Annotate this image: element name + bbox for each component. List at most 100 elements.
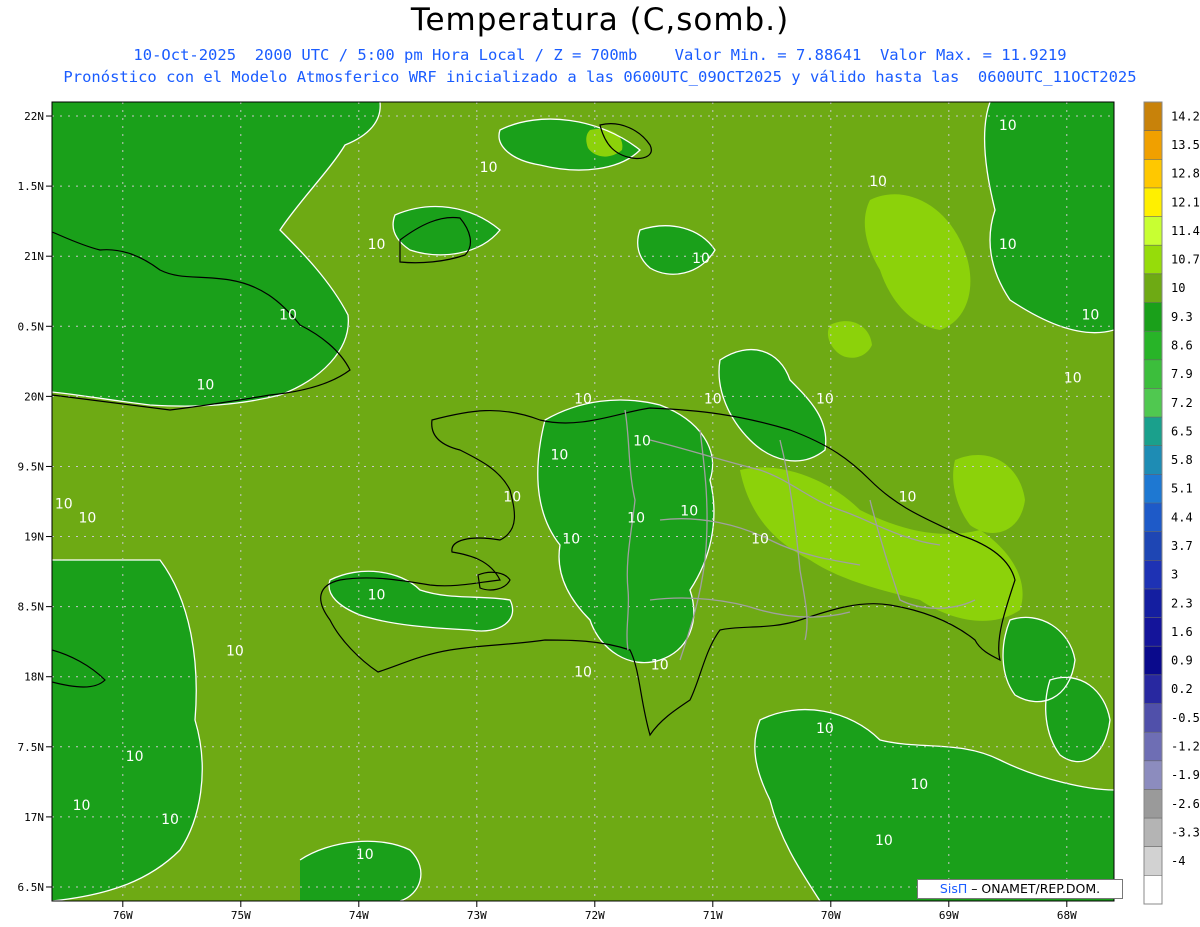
colorbar-label: 5.8	[1171, 453, 1193, 467]
colorbar-swatch	[1144, 187, 1162, 217]
colorbar-label: -4	[1171, 854, 1185, 868]
colorbar-label: -2.6	[1171, 797, 1200, 811]
colorbar-label: 0.2	[1171, 682, 1193, 696]
contour-value-label: 10	[480, 160, 498, 176]
contour-value-label: 10	[550, 447, 568, 463]
colorbar-label: 5.1	[1171, 482, 1193, 496]
lon-tick-label: 76W	[113, 909, 133, 922]
colorbar-swatch	[1144, 417, 1162, 447]
colorbar-label: 9.3	[1171, 310, 1193, 324]
colorbar-swatch	[1144, 331, 1162, 361]
contour-value-label: 10	[368, 588, 386, 604]
colorbar-swatch	[1144, 503, 1162, 532]
lon-tick-label: 75W	[231, 909, 251, 922]
lon-tick-label: 71W	[703, 909, 723, 922]
lat-tick-label: 20N	[24, 390, 44, 403]
contour-value-label: 10	[999, 118, 1017, 134]
colorbar-swatch	[1144, 216, 1162, 246]
contour-value-label: 10	[875, 833, 893, 849]
contour-value-label: 10	[356, 847, 374, 863]
lat-tick-label: 17N	[24, 811, 44, 824]
colorbar-label: 13.5	[1171, 138, 1200, 152]
colorbar-swatch	[1144, 130, 1162, 160]
lat-tick-label: 0.5N	[18, 320, 45, 333]
contour-value-label: 10	[816, 391, 834, 407]
contour-value-label: 10	[55, 497, 73, 513]
colorbar-swatch	[1144, 560, 1162, 590]
sispi-logo: SisΠ	[939, 881, 968, 896]
contour-value-label: 10	[1081, 307, 1099, 323]
colorbar-swatch	[1144, 760, 1162, 790]
colorbar-swatch	[1144, 588, 1162, 618]
colorbar-swatch	[1144, 273, 1162, 303]
credit-box: SisΠ – ONAMET/REP.DOM.	[917, 879, 1123, 899]
colorbar-label: 1.6	[1171, 625, 1193, 639]
colorbar-swatch	[1144, 617, 1162, 647]
colorbar-swatch	[1144, 846, 1162, 876]
colorbar-label: -1.2	[1171, 739, 1200, 753]
colorbar: 14.2 13.5 12.8 12.1 11.4 10.7 10 9.3 8.6 7.9 7.2 6.…	[1143, 101, 1200, 905]
colorbar-swatch	[1144, 703, 1162, 733]
contour-value-label: 10	[562, 532, 580, 548]
colorbar-swatch	[1144, 388, 1162, 418]
colorbar-label: -0.5	[1171, 711, 1200, 725]
contour-value-label: 10	[999, 237, 1017, 253]
contour-value-label: 10	[680, 504, 698, 520]
contour-value-label: 10	[503, 490, 521, 506]
colorbar-label: 8.6	[1171, 338, 1193, 352]
lon-tick-label: 72W	[585, 909, 605, 922]
colorbar-label: 3.7	[1171, 539, 1193, 553]
colorbar-label: 0.9	[1171, 654, 1193, 668]
colorbar-swatch	[1144, 102, 1162, 131]
colorbar-label: -1.9	[1171, 768, 1200, 782]
colorbar-swatch	[1144, 875, 1162, 905]
colorbar-label: 14.2	[1171, 109, 1200, 123]
longitude-axis: 76W 75W 74W 73W 72W 71W 70W 69W 68W	[113, 901, 1077, 922]
contour-value-label: 10	[869, 174, 887, 190]
contour-value-label: 10	[574, 391, 592, 407]
contour-value-label: 10	[196, 377, 214, 393]
colorbar-label: 7.2	[1171, 396, 1193, 410]
contour-value-label: 10	[368, 237, 386, 253]
colorbar-label: 7.9	[1171, 367, 1193, 381]
colorbar-swatch	[1144, 359, 1162, 389]
lat-tick-label: 7.5N	[18, 741, 45, 754]
colorbar-label: 3	[1171, 568, 1178, 582]
lat-tick-label: 9.5N	[18, 460, 45, 473]
contour-value-label: 10	[73, 798, 91, 814]
lat-tick-label: 22N	[24, 110, 44, 123]
colorbar-swatch	[1144, 445, 1162, 475]
lat-tick-label: 18N	[24, 671, 44, 684]
colorbar-swatch	[1144, 674, 1162, 704]
latitude-axis: 22N 1.5N 21N 0.5N 20N 9.5N 19N 8.5N 18N 7.5N 17N 6.…	[18, 110, 52, 894]
contour-value-label: 10	[692, 251, 710, 267]
contour-value-label: 10	[910, 777, 928, 793]
contour-value-label: 10	[1064, 370, 1082, 386]
lon-tick-label: 70W	[821, 909, 841, 922]
contour-value-label: 10	[574, 665, 592, 681]
contour-value-label: 10	[633, 433, 651, 449]
credit-text: – ONAMET/REP.DOM.	[967, 881, 1101, 896]
lat-tick-label: 6.5N	[18, 881, 45, 894]
colorbar-label: 4.4	[1171, 510, 1193, 524]
colorbar-label: 6.5	[1171, 424, 1193, 438]
lon-tick-label: 69W	[939, 909, 959, 922]
map-canvas: 10 10 10 10 10 10 10 10 10 10 10 10 10 10 10 10 10 10 10 10…	[18, 101, 1200, 922]
colorbar-label: 2.3	[1171, 596, 1193, 610]
contour-value-label: 10	[161, 812, 179, 828]
colorbar-label: 11.4	[1171, 224, 1200, 238]
contour-value-label: 10	[226, 644, 244, 660]
colorbar-swatch	[1144, 302, 1162, 332]
contour-value-label: 10	[751, 532, 769, 548]
lat-tick-label: 21N	[24, 250, 44, 263]
contour-value-label: 10	[651, 658, 669, 674]
colorbar-swatch	[1144, 159, 1162, 189]
plot-area: 10 10 10 10 10 10 10 10 10 10 10 10 10 10 10 10 10 10 10 10…	[52, 102, 1114, 901]
contour-value-label: 10	[627, 511, 645, 527]
colorbar-swatch	[1144, 474, 1162, 504]
contour-value-label: 10	[816, 721, 834, 737]
colorbar-swatch	[1144, 818, 1162, 848]
colorbar-swatch	[1144, 646, 1162, 676]
lon-tick-label: 73W	[467, 909, 487, 922]
lat-tick-label: 8.5N	[18, 601, 45, 614]
